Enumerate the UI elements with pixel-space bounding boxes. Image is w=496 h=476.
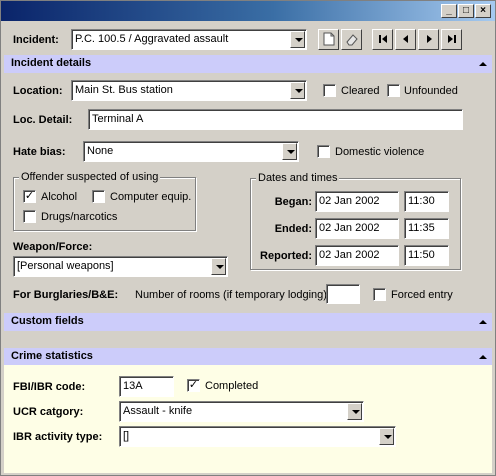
drugs-label: Drugs/narcotics	[41, 211, 118, 223]
forced-entry-checkbox[interactable]	[373, 288, 386, 301]
completed-label: Completed	[205, 380, 259, 392]
began-date-input[interactable]: 02 Jan 2002	[315, 191, 399, 212]
rooms-label: Number of rooms (if temporary lodging):	[135, 289, 331, 301]
unfounded-checkbox[interactable]	[387, 84, 400, 97]
unfounded-label: Unfounded	[404, 85, 458, 97]
reported-date-input[interactable]: 02 Jan 2002	[315, 245, 399, 266]
title-bar[interactable]: _ □ ×	[1, 1, 495, 21]
first-record-button[interactable]	[372, 29, 393, 50]
location-label: Location:	[13, 85, 63, 97]
began-time-input[interactable]: 11:30	[404, 191, 449, 212]
new-document-icon	[323, 32, 334, 46]
ucr-category-value: Assault - knife	[123, 405, 193, 417]
first-record-icon	[378, 35, 387, 43]
incident-label: Incident:	[13, 34, 59, 46]
custom-fields-title: Custom fields	[11, 315, 84, 327]
chevron-down-icon[interactable]	[379, 428, 394, 445]
close-button[interactable]: ×	[475, 4, 491, 18]
maximize-button[interactable]: □	[458, 4, 474, 18]
collapse-icon[interactable]	[479, 355, 487, 359]
ended-label: Ended:	[274, 223, 312, 235]
next-record-icon	[426, 35, 432, 43]
checkmark-icon: ✓	[188, 379, 199, 391]
hate-bias-label: Hate bias:	[13, 146, 66, 158]
ended-time-input[interactable]: 11:35	[404, 218, 449, 239]
weapon-select[interactable]: [Personal weapons]	[13, 256, 228, 277]
ibr-activity-label: IBR activity type:	[13, 431, 103, 443]
ucr-category-select[interactable]: Assault - knife	[119, 401, 364, 422]
last-record-icon	[447, 35, 456, 43]
reported-label: Reported:	[260, 250, 312, 262]
new-button[interactable]	[318, 29, 339, 50]
weapon-value: [Personal weapons]	[17, 260, 114, 272]
drugs-checkbox[interactable]	[23, 210, 36, 223]
custom-fields-header[interactable]: Custom fields	[4, 313, 492, 331]
domestic-violence-checkbox[interactable]	[317, 145, 330, 158]
alcohol-label: Alcohol	[41, 191, 78, 203]
edit-button[interactable]	[341, 29, 362, 50]
crime-statistics-title: Crime statistics	[11, 350, 93, 362]
loc-detail-input[interactable]: Terminal A	[88, 109, 463, 130]
offender-group-title: Offender suspected of using	[19, 171, 161, 183]
hate-bias-value: None	[87, 145, 114, 157]
dates-group-title: Dates and times	[256, 172, 340, 184]
chevron-down-icon[interactable]	[290, 82, 305, 99]
collapse-icon[interactable]	[479, 320, 487, 324]
previous-record-button[interactable]	[395, 29, 416, 50]
rooms-input[interactable]	[326, 284, 360, 304]
computer-equip-checkbox[interactable]	[92, 190, 105, 203]
cleared-label: Cleared	[341, 85, 380, 97]
location-select[interactable]: Main St. Bus station	[71, 80, 307, 101]
incident-select[interactable]: P.C. 100.5 / Aggravated assault	[71, 29, 307, 50]
reported-time-input[interactable]: 11:50	[404, 245, 449, 266]
chevron-down-icon[interactable]	[282, 143, 297, 160]
crime-statistics-header[interactable]: Crime statistics	[4, 348, 492, 366]
began-label: Began:	[274, 196, 312, 208]
domestic-violence-label: Domestic violence	[335, 146, 425, 158]
incident-details-title: Incident details	[11, 57, 92, 69]
incident-window: _ □ × Incident: P.C. 100.5 / Aggravated …	[0, 0, 496, 476]
computer-equip-label: Computer equip.	[110, 191, 192, 203]
hate-bias-select[interactable]: None	[83, 141, 299, 162]
eraser-icon	[345, 34, 358, 46]
burglary-label: For Burglaries/B&E:	[13, 289, 119, 301]
cleared-checkbox[interactable]	[323, 84, 336, 97]
collapse-icon[interactable]	[479, 62, 487, 66]
chevron-down-icon[interactable]	[347, 403, 362, 420]
fbi-code-input[interactable]: 13A	[119, 376, 174, 397]
alcohol-checkbox[interactable]: ✓	[23, 190, 36, 203]
forced-entry-label: Forced entry	[391, 289, 453, 301]
minimize-button[interactable]: _	[441, 4, 457, 18]
location-value: Main St. Bus station	[75, 84, 173, 96]
ended-date-input[interactable]: 02 Jan 2002	[315, 218, 399, 239]
checkmark-icon: ✓	[24, 190, 35, 202]
incident-details-header[interactable]: Incident details	[4, 55, 492, 73]
loc-detail-label: Loc. Detail:	[13, 114, 73, 126]
last-record-button[interactable]	[441, 29, 462, 50]
chevron-down-icon[interactable]	[290, 31, 305, 48]
weapon-label: Weapon/Force:	[13, 241, 93, 253]
chevron-down-icon[interactable]	[211, 258, 226, 275]
completed-checkbox[interactable]: ✓	[187, 379, 200, 392]
next-record-button[interactable]	[418, 29, 439, 50]
fbi-code-label: FBI/IBR code:	[13, 381, 86, 393]
incident-value: P.C. 100.5 / Aggravated assault	[75, 33, 229, 45]
ucr-category-label: UCR catgory:	[13, 406, 84, 418]
ibr-activity-select[interactable]: []	[119, 426, 396, 447]
ibr-activity-value: []	[123, 430, 130, 442]
previous-record-icon	[402, 35, 408, 43]
